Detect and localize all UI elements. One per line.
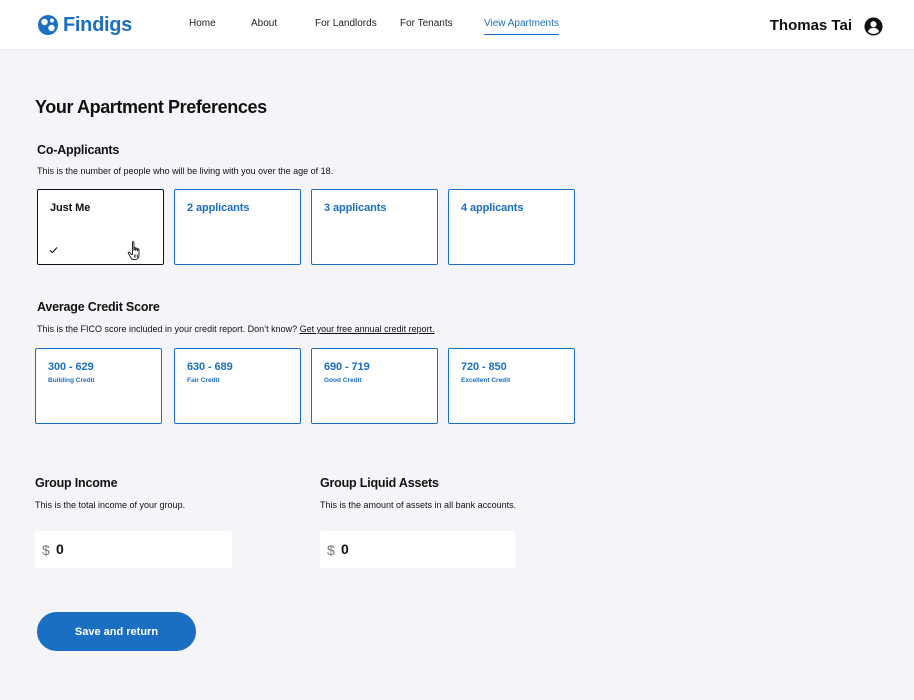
active-nav-underline <box>484 34 559 35</box>
page-title: Your Apartment Preferences <box>35 97 267 117</box>
co-applicants-description: This is the number of people who will be… <box>37 166 334 176</box>
credit-score-description-text: This is the FICO score included in your … <box>37 324 300 334</box>
option-label: 4 applicants <box>461 202 524 214</box>
findigs-logo[interactable]: Findigs <box>37 12 132 38</box>
nav-about[interactable]: About <box>251 18 277 29</box>
credit-tier: Good Credit <box>324 377 362 384</box>
group-income-input[interactable]: $ 0 <box>35 531 232 568</box>
checkmark-icon <box>49 247 58 254</box>
nav-home[interactable]: Home <box>189 18 216 29</box>
option-label: Just Me <box>50 202 91 214</box>
credit-tier: Building Credit <box>48 377 95 384</box>
co-applicant-option-4[interactable]: 4 applicants <box>448 189 575 265</box>
co-applicant-option-2[interactable]: 2 applicants <box>174 189 301 265</box>
top-navigation-bar: Findigs Home About For Landlords For Ten… <box>0 0 914 50</box>
nav-view-apartments[interactable]: View Apartments <box>484 18 559 35</box>
credit-range: 720 - 850 <box>461 361 507 373</box>
credit-range: 690 - 719 <box>324 361 370 373</box>
option-label: 2 applicants <box>187 202 250 214</box>
group-assets-description: This is the amount of assets in all bank… <box>320 500 517 510</box>
free-credit-report-link[interactable]: Get your free annual credit report. <box>300 324 435 334</box>
credit-option-300-629[interactable]: 300 - 629 Building Credit <box>35 348 162 424</box>
save-button-label: Save and return <box>74 625 159 638</box>
credit-score-description: This is the FICO score included in your … <box>37 324 435 334</box>
nav-for-tenants[interactable]: For Tenants <box>400 18 453 29</box>
group-income-description: This is the total income of your group. <box>35 500 186 510</box>
nav-view-apartments-label: View Apartments <box>484 18 559 29</box>
option-label: 3 applicants <box>324 202 387 214</box>
input-value: 0 <box>56 541 64 557</box>
credit-tier: Excellent Credit <box>461 377 511 384</box>
nav-for-landlords[interactable]: For Landlords <box>315 18 377 29</box>
credit-option-630-689[interactable]: 630 - 689 Fair Credit <box>174 348 301 424</box>
brand-name: Findigs <box>63 13 133 36</box>
co-applicant-option-just-me[interactable]: Just Me <box>37 189 164 265</box>
currency-symbol: $ <box>42 542 50 558</box>
account-circle-icon[interactable] <box>864 17 883 36</box>
save-and-return-button[interactable]: Save and return <box>37 612 196 651</box>
credit-tier: Fair Credit <box>187 377 220 384</box>
user-name[interactable]: Thomas Tai <box>770 17 852 34</box>
group-income-title: Group Income <box>35 476 118 490</box>
credit-option-690-719[interactable]: 690 - 719 Good Credit <box>311 348 438 424</box>
hand-pointer-cursor-icon <box>127 241 140 261</box>
co-applicant-option-3[interactable]: 3 applicants <box>311 189 438 265</box>
credit-range: 630 - 689 <box>187 361 233 373</box>
findigs-logo-icon <box>38 15 58 35</box>
credit-range: 300 - 629 <box>48 361 94 373</box>
co-applicants-title: Co-Applicants <box>37 143 120 157</box>
credit-score-title: Average Credit Score <box>37 300 160 314</box>
credit-option-720-850[interactable]: 720 - 850 Excellent Credit <box>448 348 575 424</box>
group-assets-input[interactable]: $ 0 <box>320 531 515 568</box>
group-assets-title: Group Liquid Assets <box>320 476 439 490</box>
input-value: 0 <box>341 541 349 557</box>
currency-symbol: $ <box>327 542 335 558</box>
